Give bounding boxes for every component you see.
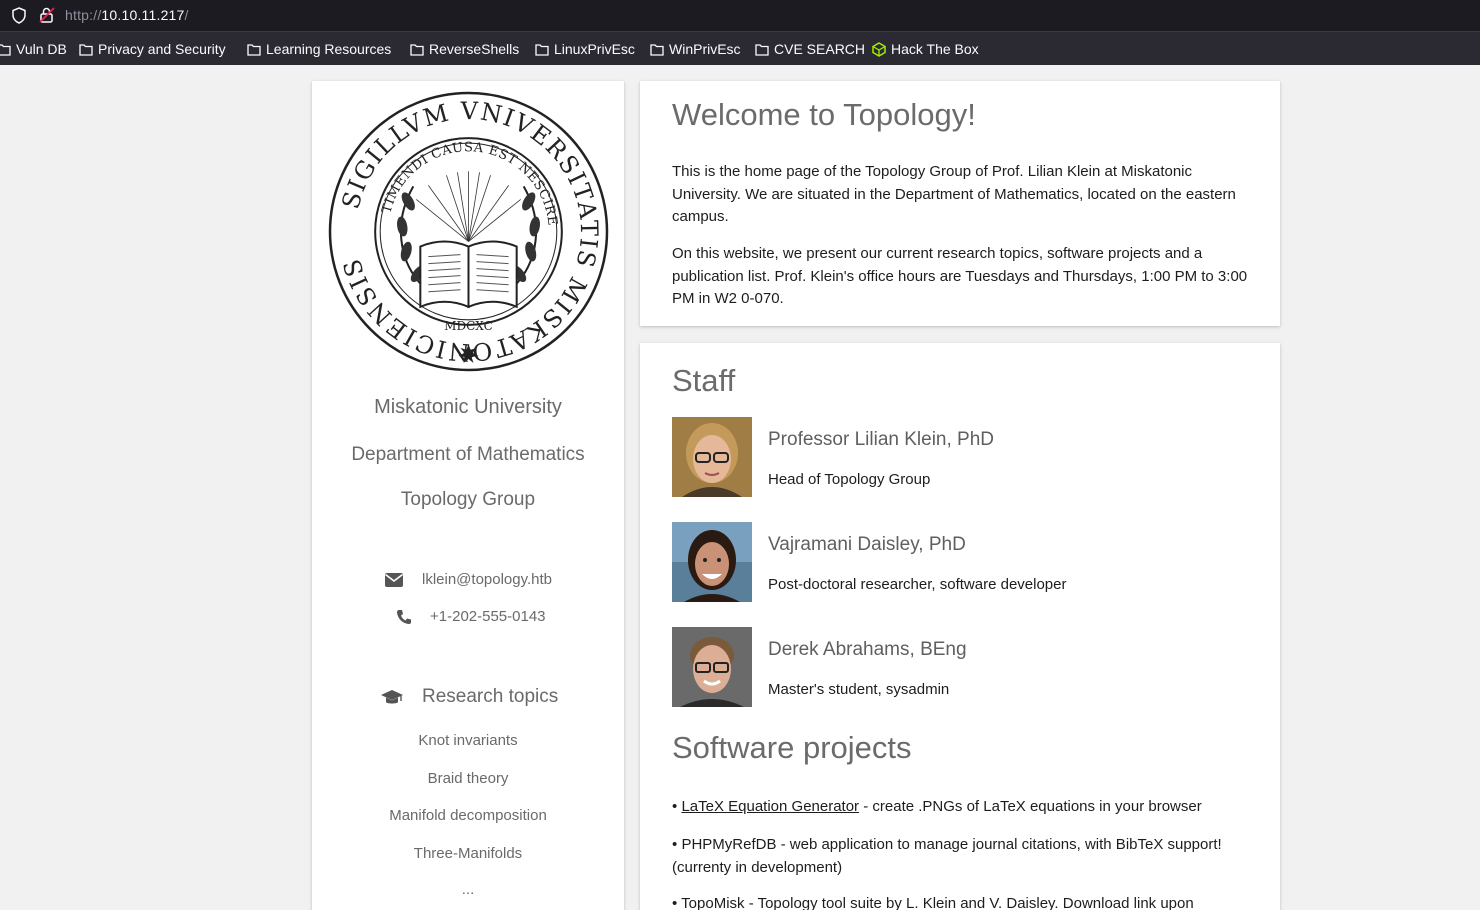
software-item-desc: TopoMisk - Topology tool suite by L. Kle… bbox=[681, 895, 1194, 910]
bookmark-label: ReverseShells bbox=[429, 41, 520, 57]
bookmark-label: Vuln DB bbox=[16, 41, 67, 57]
research-topics-label: Research topics bbox=[422, 686, 559, 707]
bullet: • bbox=[672, 798, 678, 815]
bookmark-winprivesc[interactable]: WinPrivEsc bbox=[650, 41, 741, 57]
svg-text:TIMENDI CAUSA EST NESCIRE: TIMENDI CAUSA EST NESCIRE bbox=[379, 140, 559, 227]
software-item: • LaTeX Equation Generator - create .PNG… bbox=[672, 796, 1252, 819]
bookmark-cve-search[interactable]: CVE SEARCH bbox=[755, 41, 865, 57]
phone-text: +1-202-555-0143 bbox=[430, 608, 546, 625]
phone-icon bbox=[397, 609, 411, 624]
university-name: Miskatonic University bbox=[374, 396, 562, 418]
welcome-paragraph-2: On this website, we present our current … bbox=[672, 245, 1248, 307]
welcome-card: Welcome to Topology! This is the home pa… bbox=[640, 81, 1280, 326]
latex-generator-link[interactable]: LaTeX Equation Generator bbox=[681, 798, 859, 815]
software-item: • TopoMisk - Topology tool suite by L. K… bbox=[672, 893, 1252, 910]
staff-role: Head of Topology Group bbox=[768, 471, 931, 488]
url-text[interactable]: http://10.10.11.217/ bbox=[65, 7, 189, 23]
bookmark-linuxprivesc[interactable]: LinuxPrivEsc bbox=[535, 41, 635, 57]
welcome-title: Welcome to Topology! bbox=[672, 97, 976, 132]
folder-icon bbox=[755, 43, 769, 56]
url-host: 10.10.11.217 bbox=[101, 7, 185, 23]
department-name: Department of Mathematics bbox=[351, 444, 585, 465]
staff-title: Staff bbox=[672, 363, 736, 398]
svg-text:MDCXC: MDCXC bbox=[444, 319, 493, 333]
url-scheme: http:// bbox=[65, 7, 102, 23]
university-seal-logo: SIGILLVM VNIVERSITATIS MISKATONICIENSIS … bbox=[328, 91, 609, 372]
portrait-image bbox=[672, 627, 752, 707]
bookmark-reverseshells[interactable]: ReverseShells bbox=[410, 41, 519, 57]
bookmark-label: LinuxPrivEsc bbox=[554, 41, 635, 57]
portrait-image bbox=[672, 417, 752, 497]
folder-icon bbox=[535, 43, 549, 56]
staff-photo-klein bbox=[672, 417, 752, 497]
folder-icon bbox=[247, 43, 261, 56]
group-name: Topology Group bbox=[400, 489, 536, 510]
staff-name: Professor Lilian Klein, PhD bbox=[768, 429, 994, 450]
staff-photo-daisley bbox=[672, 522, 752, 602]
staff-photo-abrahams bbox=[672, 627, 752, 707]
folder-icon bbox=[410, 43, 424, 56]
bookmarks-toolbar: Vuln DB Privacy and Security Learning Re… bbox=[0, 31, 1480, 65]
topic-item[interactable]: Manifold decomposition bbox=[312, 807, 624, 824]
contact-email[interactable]: lklein@topology.htb bbox=[384, 571, 552, 588]
bookmark-label: CVE SEARCH bbox=[774, 41, 866, 57]
htb-cube-icon bbox=[872, 41, 886, 57]
contact-phone[interactable]: +1-202-555-0143 bbox=[396, 608, 546, 625]
topic-item[interactable]: ... bbox=[312, 881, 624, 898]
bookmark-hack-the-box[interactable]: Hack The Box bbox=[872, 41, 979, 57]
topic-item[interactable]: Knot invariants bbox=[312, 732, 624, 749]
software-item: • PHPMyRefDB - web application to manage… bbox=[672, 834, 1252, 879]
portrait-image bbox=[672, 522, 752, 602]
bookmark-label: Privacy and Security bbox=[98, 41, 226, 57]
folder-icon bbox=[79, 43, 93, 56]
staff-role: Post-doctoral researcher, software devel… bbox=[768, 576, 1067, 593]
bookmark-vuln-db[interactable]: Vuln DB bbox=[0, 41, 67, 57]
welcome-paragraph-1: This is the home page of the Topology Gr… bbox=[672, 163, 1236, 225]
bookmark-privacy-and-security[interactable]: Privacy and Security bbox=[79, 41, 226, 57]
url-path: / bbox=[184, 7, 189, 23]
staff-card: Staff Professor Lilian Klein, PhD Head o… bbox=[640, 343, 1280, 910]
topic-item[interactable]: Three-Manifolds bbox=[312, 845, 624, 862]
staff-name: Derek Abrahams, BEng bbox=[768, 639, 967, 660]
software-item-desc: - create .PNGs of LaTeX equations in you… bbox=[859, 798, 1202, 815]
bullet: • bbox=[672, 836, 678, 853]
bookmark-label: Learning Resources bbox=[266, 41, 392, 57]
bookmark-learning-resources[interactable]: Learning Resources bbox=[247, 41, 391, 57]
folder-icon bbox=[650, 43, 664, 56]
bookmark-label: WinPrivEsc bbox=[669, 41, 741, 57]
staff-role: Master's student, sysadmin bbox=[768, 681, 950, 698]
envelope-icon bbox=[385, 572, 403, 587]
graduation-cap-icon bbox=[381, 689, 403, 703]
bullet: • bbox=[672, 895, 678, 910]
research-topics-heading: Research topics bbox=[380, 686, 558, 708]
sidebar-card: SIGILLVM VNIVERSITATIS MISKATONICIENSIS … bbox=[312, 81, 624, 910]
staff-name: Vajramani Daisley, PhD bbox=[768, 534, 966, 555]
url-bar[interactable]: http://10.10.11.217/ bbox=[0, 0, 1480, 31]
shield-icon[interactable] bbox=[11, 7, 27, 24]
software-title: Software projects bbox=[672, 730, 912, 765]
folder-icon bbox=[0, 43, 11, 56]
insecure-lock-icon[interactable] bbox=[38, 6, 56, 24]
software-item-desc: PHPMyRefDB - web application to manage j… bbox=[672, 836, 1222, 876]
topic-item[interactable]: Braid theory bbox=[312, 770, 624, 787]
email-text: lklein@topology.htb bbox=[422, 571, 553, 588]
bookmark-label: Hack The Box bbox=[891, 41, 979, 57]
